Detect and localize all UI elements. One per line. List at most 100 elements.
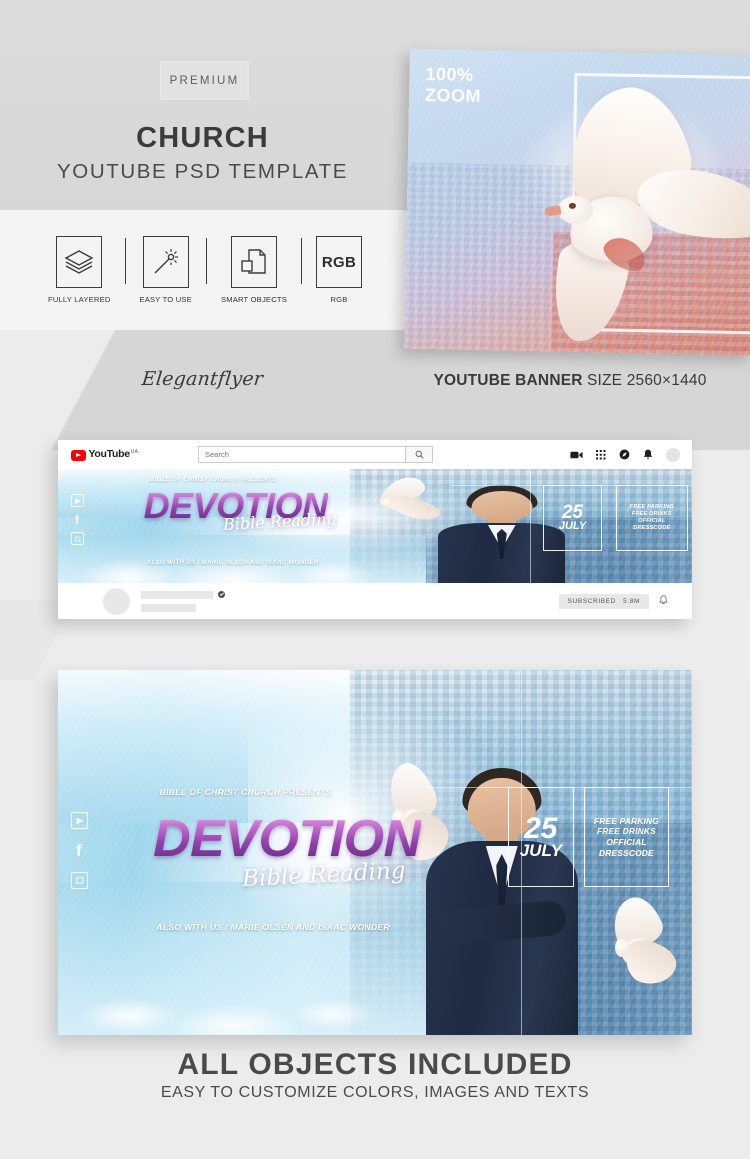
search-icon bbox=[415, 450, 424, 459]
elegantflyer-logo: Elegantflyer bbox=[140, 368, 265, 390]
instagram-icon[interactable]: ◻ bbox=[71, 532, 85, 546]
date-box: 25 JULY bbox=[508, 786, 574, 888]
subscribe-area: SUBSCRIBED 5.8M bbox=[558, 592, 668, 610]
search-input-wrapper[interactable] bbox=[198, 446, 407, 463]
dove-wing bbox=[620, 936, 681, 989]
banner-size-light: SIZE 2560×1440 bbox=[586, 372, 707, 389]
apps-grid-icon[interactable] bbox=[596, 449, 606, 460]
info-line: FREE PARKING bbox=[629, 503, 674, 510]
info-line: FREE DRINKS bbox=[631, 510, 672, 517]
avatar-icon[interactable] bbox=[666, 447, 680, 462]
youtube-channel-bar: SUBSCRIBED 5.8M bbox=[58, 583, 692, 619]
search-input[interactable] bbox=[199, 449, 406, 460]
feature-label: SMART OBJECTS bbox=[220, 295, 287, 304]
youtube-play-icon bbox=[71, 450, 86, 461]
youtube-logo[interactable]: YouTube UA bbox=[71, 448, 138, 461]
info-line: DRESSCODE bbox=[598, 847, 654, 858]
dove-wing bbox=[388, 493, 443, 525]
channel-subtitle-placeholder bbox=[141, 603, 196, 612]
youtube-header-bar: YouTube UA bbox=[58, 440, 692, 469]
feature-label: FULLY LAYERED bbox=[47, 295, 111, 304]
subscribed-label: SUBSCRIBED bbox=[567, 597, 616, 605]
footer-headline: ALL OBJECTS INCLUDED bbox=[177, 1048, 573, 1081]
guide-line-vertical bbox=[530, 469, 532, 583]
channel-name-row bbox=[141, 590, 225, 599]
info-box: FREE PARKING FREE DRINKS OFFICIAL DRESSC… bbox=[584, 786, 669, 888]
youtube-banner-preview: ▶ f ◻ BIBLE OF CHRIST CHURCH PRESENTS DE… bbox=[58, 469, 692, 583]
dove-beak bbox=[544, 205, 563, 216]
verified-check-icon bbox=[218, 591, 225, 598]
banner-artwork-large: ▶ f ◻ BIBLE OF CHRIST CHURCH PRESENTS DE… bbox=[58, 670, 692, 1035]
feature-smart-objects: SMART OBJECTS bbox=[221, 236, 287, 304]
page-title: CHURCH bbox=[136, 122, 269, 154]
youtube-header-icons bbox=[570, 447, 680, 462]
feature-divider bbox=[124, 238, 126, 284]
dove-head bbox=[557, 195, 594, 225]
rgb-icon: RGB bbox=[316, 236, 362, 288]
banner-presents-text: BIBLE OF CHRIST CHURCH PRESENTS bbox=[149, 475, 277, 483]
banner-artwork-small: ▶ f ◻ BIBLE OF CHRIST CHURCH PRESENTS DE… bbox=[58, 469, 692, 583]
subscribed-button[interactable]: SUBSCRIBED 5.8M bbox=[558, 593, 649, 609]
large-banner-preview: ▶ f ◻ BIBLE OF CHRIST CHURCH PRESENTS DE… bbox=[58, 670, 692, 1035]
compass-icon[interactable] bbox=[619, 449, 630, 460]
rgb-badge-text: RGB bbox=[321, 253, 357, 271]
dove-large-2 bbox=[597, 890, 681, 995]
feature-label: RGB bbox=[330, 295, 348, 304]
youtube-mockup: YouTube UA Search ▶ f ◻ BIBLE OF CHRIST … bbox=[58, 440, 692, 619]
dove-eye bbox=[568, 203, 576, 209]
banner-credits: ALSO WITH US / MARIE OLSEN AND ISAAC WON… bbox=[156, 921, 390, 932]
banner-presents-text: BIBLE OF CHRIST CHURCH PRESENTS bbox=[159, 786, 332, 797]
zoom-label-line2: ZOOM bbox=[424, 84, 482, 107]
template-preview-page: PREMIUM CHURCH YOUTUBE PSD TEMPLATE FULL… bbox=[0, 0, 750, 1159]
page-subtitle: YOUTUBE PSD TEMPLATE bbox=[57, 160, 348, 183]
social-rail: ▶ f ◻ bbox=[71, 812, 89, 890]
feature-rgb: RGB RGB bbox=[316, 236, 362, 304]
channel-text-placeholders bbox=[141, 590, 225, 612]
date-month: JULY bbox=[558, 519, 587, 532]
info-box: FREE PARKING FREE DRINKS OFFICIAL DRESSC… bbox=[615, 484, 688, 551]
dove-illustration bbox=[481, 76, 750, 349]
info-line: DRESSCODE bbox=[633, 525, 671, 532]
footer-subline: EASY TO CUSTOMIZE COLORS, IMAGES AND TEX… bbox=[160, 1084, 590, 1101]
info-line: FREE DRINKS bbox=[596, 826, 656, 837]
youtube-icon[interactable]: ▶ bbox=[71, 494, 85, 508]
feature-easy-to-use: EASY TO USE bbox=[140, 236, 192, 304]
search-button[interactable] bbox=[406, 446, 434, 463]
info-line: FREE PARKING bbox=[593, 815, 659, 826]
premium-badge: PREMIUM bbox=[160, 61, 249, 100]
info-line: OFFICIAL bbox=[606, 837, 647, 848]
banner-credits: ALSO WITH US / MARIE OLSEN AND ISAAC WON… bbox=[146, 559, 319, 567]
channel-name-placeholder bbox=[141, 590, 213, 599]
banner-size-caption: YOUTUBE BANNER SIZE 2560×1440 bbox=[390, 372, 750, 390]
instagram-icon[interactable]: ◻ bbox=[71, 872, 89, 890]
feature-label: EASY TO USE bbox=[139, 295, 192, 304]
dove-head bbox=[380, 497, 394, 507]
subscriber-count: 5.8M bbox=[623, 597, 640, 605]
magic-wand-icon bbox=[142, 236, 189, 288]
date-box: 25 JULY bbox=[543, 484, 603, 551]
feature-fully-layered: FULLY LAYERED bbox=[48, 236, 111, 304]
zoom-label: 100% ZOOM bbox=[424, 63, 482, 107]
bell-icon[interactable] bbox=[643, 449, 653, 460]
social-rail: ▶ f ◻ bbox=[71, 494, 85, 546]
facebook-icon[interactable]: f bbox=[71, 513, 82, 527]
info-line: OFFICIAL bbox=[638, 517, 666, 524]
layers-icon bbox=[56, 236, 103, 288]
smart-object-icon bbox=[230, 236, 277, 288]
zoom-label-line1: 100% bbox=[425, 63, 474, 85]
zoom-preview-image: 100% ZOOM bbox=[404, 48, 750, 356]
channel-avatar[interactable] bbox=[103, 587, 130, 615]
youtube-icon[interactable]: ▶ bbox=[71, 812, 89, 830]
video-camera-icon[interactable] bbox=[570, 450, 583, 460]
facebook-icon[interactable]: f bbox=[71, 841, 86, 860]
dove-small-1 bbox=[362, 471, 444, 525]
dove-head bbox=[615, 937, 629, 957]
banner-size-bold: YOUTUBE BANNER bbox=[433, 372, 583, 389]
youtube-country-code: UA bbox=[130, 449, 139, 455]
features-row: FULLY LAYERED EASY TO USE SMART OBJECTS … bbox=[40, 236, 370, 318]
feature-divider bbox=[301, 238, 302, 284]
feature-divider bbox=[205, 238, 207, 284]
date-month: JULY bbox=[519, 841, 562, 861]
notification-bell-icon[interactable] bbox=[659, 592, 668, 610]
date-day: 25 bbox=[561, 501, 584, 523]
